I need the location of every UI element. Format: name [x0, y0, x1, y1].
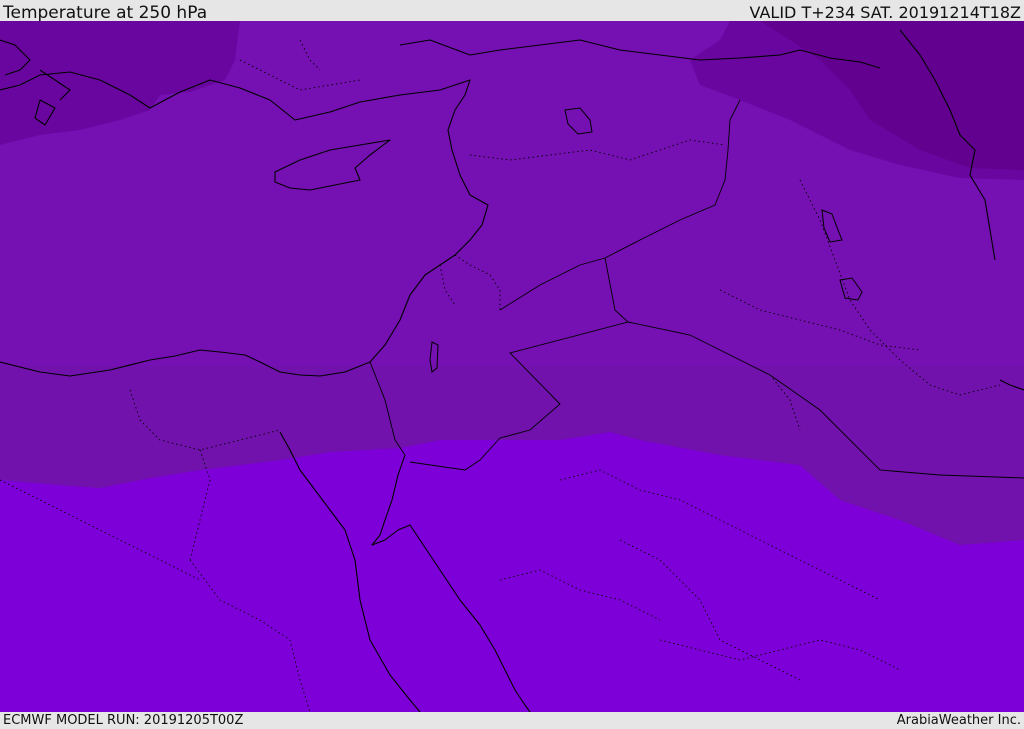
weather-map[interactable]: [0, 21, 1024, 712]
valid-time: VALID T+234 SAT. 20191214T18Z: [749, 3, 1021, 22]
footer-bar: ECMWF MODEL RUN: 20191205T00Z ArabiaWeat…: [0, 712, 1024, 729]
header-bar: Temperature at 250 hPa VALID T+234 SAT. …: [0, 0, 1024, 23]
map-title: Temperature at 250 hPa: [3, 3, 208, 23]
model-run-label: ECMWF MODEL RUN: 20191205T00Z: [3, 713, 244, 728]
credit-label: ArabiaWeather Inc.: [896, 713, 1021, 728]
temperature-field-map: [0, 21, 1024, 712]
